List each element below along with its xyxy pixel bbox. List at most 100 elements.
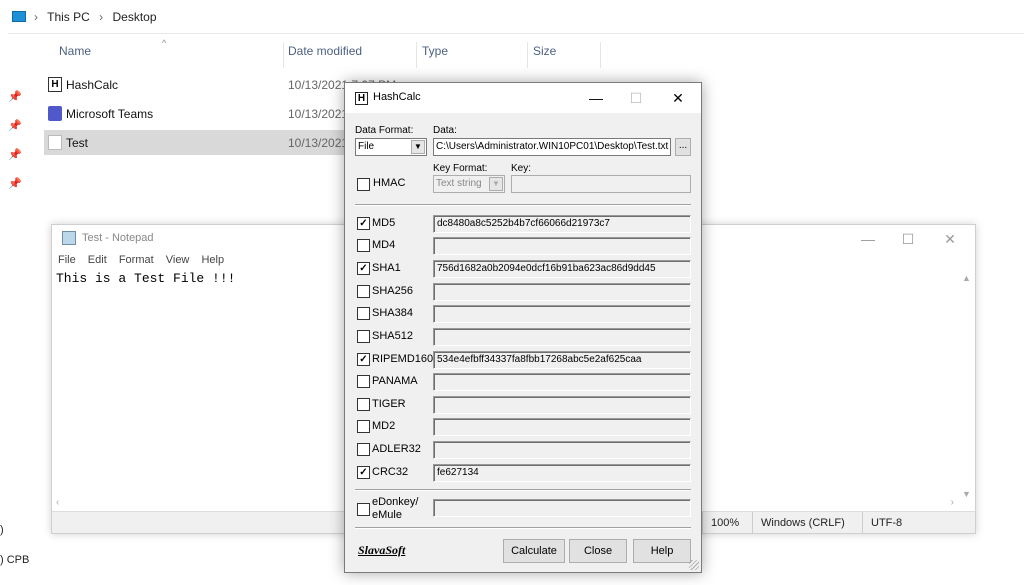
browse-button[interactable]: ... xyxy=(675,138,691,156)
edonkey-checkbox[interactable] xyxy=(357,503,370,516)
sha384-result[interactable] xyxy=(433,305,691,323)
md2-checkbox[interactable] xyxy=(357,420,370,433)
address-bar-divider xyxy=(8,33,1024,34)
separator xyxy=(355,527,691,529)
sha1-label: SHA1 xyxy=(372,262,401,274)
pin-icon[interactable]: 📌 xyxy=(0,177,30,206)
adler32-result[interactable] xyxy=(433,441,691,459)
nav-pane-text[interactable]: ) CPB xyxy=(0,554,29,566)
column-divider[interactable] xyxy=(283,42,284,68)
menu-format[interactable]: Format xyxy=(119,254,154,266)
key-label: Key: xyxy=(511,163,532,174)
panama-checkbox[interactable] xyxy=(357,375,370,388)
notepad-menu-bar: File Edit Format View Help xyxy=(58,254,233,266)
maximize-icon[interactable]: ☐ xyxy=(893,228,923,250)
vertical-scrollbar[interactable]: ▲ ▼ xyxy=(958,269,975,503)
crc32-result[interactable]: fe627134 xyxy=(433,464,691,482)
file-name: HashCalc xyxy=(66,78,119,92)
sha256-label: SHA256 xyxy=(372,285,413,297)
sha512-result[interactable] xyxy=(433,328,691,346)
column-header-name[interactable]: Name xyxy=(59,44,91,68)
ripemd160-result[interactable]: 534e4efbff34337fa8fbb17268abc5e2af625caa xyxy=(433,351,691,369)
quick-access-pins: 📌 📌 📌 📌 xyxy=(0,90,30,206)
calculate-button[interactable]: Calculate xyxy=(503,539,565,563)
separator xyxy=(355,204,691,206)
notepad-title: Test - Notepad xyxy=(82,232,154,244)
column-header-size[interactable]: Size xyxy=(533,44,556,68)
key-input xyxy=(511,175,691,193)
tiger-result[interactable] xyxy=(433,396,691,414)
nav-pane-text[interactable]: ) xyxy=(0,524,4,536)
md2-result[interactable] xyxy=(433,418,691,436)
edonkey-label-line2: eMule xyxy=(372,509,402,521)
help-button[interactable]: Help xyxy=(633,539,691,563)
hashcalc-title-bar[interactable]: H HashCalc — ☐ ✕ xyxy=(345,83,701,113)
pin-icon[interactable]: 📌 xyxy=(0,90,30,119)
resize-grip-icon[interactable] xyxy=(689,560,699,570)
crc32-checkbox[interactable]: ✓ xyxy=(357,466,370,479)
pin-icon[interactable]: 📌 xyxy=(0,119,30,148)
menu-file[interactable]: File xyxy=(58,254,76,266)
minimize-icon[interactable]: — xyxy=(853,228,883,250)
hmac-checkbox[interactable] xyxy=(357,178,370,191)
sha384-label: SHA384 xyxy=(372,307,413,319)
edonkey-result[interactable] xyxy=(433,499,691,517)
tiger-checkbox[interactable] xyxy=(357,398,370,411)
breadcrumb-desktop[interactable]: Desktop xyxy=(113,10,157,24)
md4-label: MD4 xyxy=(372,239,396,251)
chevron-right-icon: › xyxy=(99,10,104,24)
minimize-icon[interactable]: — xyxy=(581,87,611,109)
menu-view[interactable]: View xyxy=(166,254,190,266)
data-input[interactable]: C:\Users\Administrator.WIN10PC01\Desktop… xyxy=(433,138,671,156)
sha512-checkbox[interactable] xyxy=(357,330,370,343)
sha256-result[interactable] xyxy=(433,283,691,301)
hashcalc-window[interactable]: H HashCalc — ☐ ✕ Data Format: File ▼ Dat… xyxy=(344,82,702,573)
column-header-date-modified[interactable]: Date modified xyxy=(288,44,362,68)
md4-result[interactable] xyxy=(433,237,691,255)
column-divider[interactable] xyxy=(527,42,528,68)
scroll-left-icon[interactable]: ‹ xyxy=(56,497,59,508)
close-icon[interactable]: ✕ xyxy=(663,87,693,109)
file-name: Microsoft Teams xyxy=(66,107,154,121)
key-format-label: Key Format: xyxy=(433,163,488,174)
md4-checkbox[interactable] xyxy=(357,239,370,252)
close-icon[interactable]: ✕ xyxy=(935,228,965,250)
menu-edit[interactable]: Edit xyxy=(88,254,107,266)
slavasoft-logo[interactable]: SlavaSoft xyxy=(358,543,405,558)
ripemd160-label: RIPEMD160 xyxy=(372,353,434,365)
notepad-text-area[interactable]: This is a Test File !!! xyxy=(56,271,235,286)
scroll-right-icon[interactable]: › xyxy=(951,497,954,508)
pin-icon[interactable]: 📌 xyxy=(0,148,30,177)
sha256-checkbox[interactable] xyxy=(357,285,370,298)
hmac-label: HMAC xyxy=(373,177,406,189)
panama-result[interactable] xyxy=(433,373,691,391)
close-button[interactable]: Close xyxy=(569,539,627,563)
maximize-icon: ☐ xyxy=(629,90,643,106)
md5-checkbox[interactable]: ✓ xyxy=(357,217,370,230)
this-pc-icon xyxy=(12,11,26,22)
md2-label: MD2 xyxy=(372,420,396,432)
sort-ascending-icon: ^ xyxy=(162,38,167,48)
scroll-up-icon[interactable]: ▲ xyxy=(962,273,971,283)
sha384-checkbox[interactable] xyxy=(357,307,370,320)
crc32-label: CRC32 xyxy=(372,466,409,478)
dropdown-arrow-icon[interactable]: ▼ xyxy=(411,140,425,154)
adler32-checkbox[interactable] xyxy=(357,443,370,456)
menu-help[interactable]: Help xyxy=(201,254,224,266)
md5-result[interactable]: dc8480a8c5252b4b7cf66066d21973c7 xyxy=(433,215,691,233)
hashcalc-app-icon: H xyxy=(355,92,368,105)
sha1-checkbox[interactable]: ✓ xyxy=(357,262,370,275)
hashcalc-shortcut-icon: H xyxy=(48,77,62,92)
address-bar[interactable]: › This PC › Desktop xyxy=(0,0,1024,34)
text-file-icon xyxy=(48,135,62,150)
scroll-down-icon[interactable]: ▼ xyxy=(962,489,971,499)
edonkey-label-line1: eDonkey/ xyxy=(372,496,419,508)
data-format-select[interactable]: File ▼ xyxy=(355,138,427,156)
column-header-type[interactable]: Type xyxy=(422,44,448,68)
breadcrumb-this-pc[interactable]: This PC xyxy=(47,10,90,24)
file-date: 10/13/2021 xyxy=(288,107,349,121)
ripemd160-checkbox[interactable]: ✓ xyxy=(357,353,370,366)
column-divider[interactable] xyxy=(416,42,417,68)
column-divider[interactable] xyxy=(600,42,601,68)
sha1-result[interactable]: 756d1682a0b2094e0dcf16b91ba623ac86d9dd45 xyxy=(433,260,691,278)
